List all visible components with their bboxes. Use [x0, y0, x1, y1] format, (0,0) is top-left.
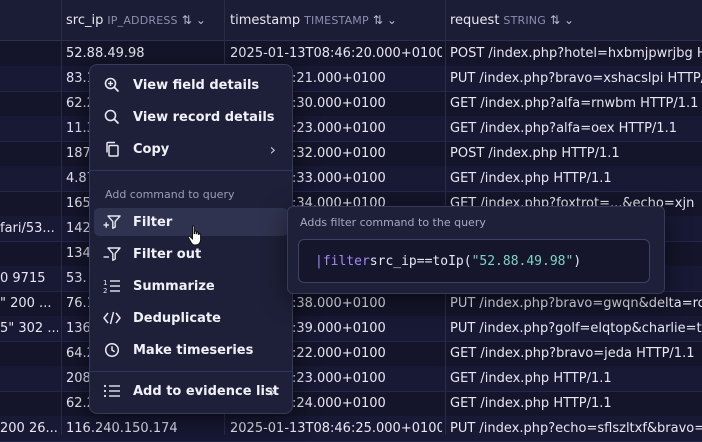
cell-request[interactable]: PUT /index.php?golf=elqtop&charlie=trk: [450, 316, 702, 341]
sort-icon[interactable]: ⇅: [550, 13, 560, 27]
chevron-down-icon[interactable]: ⌄: [196, 13, 206, 27]
column-header-src-ip[interactable]: src_ip IP_ADDRESS ⇅ ⌄: [66, 0, 206, 40]
cell-previous-column[interactable]: 0 9715: [0, 266, 58, 291]
clock-icon: [100, 342, 124, 358]
menu-item-label: Filter: [133, 214, 173, 230]
chevron-right-icon: ›: [269, 139, 276, 159]
code-field: src_ip: [369, 253, 417, 269]
code-pipe: |: [315, 253, 323, 269]
code-operator: ==: [416, 253, 433, 269]
filter-plus-icon: [100, 214, 124, 230]
cell-previous-column[interactable]: [0, 66, 58, 91]
cell-previous-column[interactable]: fari/53...: [0, 216, 58, 241]
menu-item-label: Summarize: [133, 278, 215, 294]
table-header: src_ip IP_ADDRESS ⇅ ⌄ timestamp TIMESTAM…: [0, 0, 702, 41]
menu-item-view-field-details[interactable]: View field details: [94, 71, 288, 99]
table-row[interactable]: 200 26... 116.240.150.174 2025-01-13T08:46…: [0, 416, 702, 442]
menu-item-make-timeseries[interactable]: Make timeseries: [94, 336, 288, 364]
menu-item-label: Filter out: [133, 246, 202, 262]
cell-previous-column[interactable]: 5" 302 ...: [0, 316, 58, 341]
cell-request[interactable]: GET /index.php HTTP/1.1: [450, 391, 702, 416]
menu-section-title: Add command to query: [105, 188, 235, 201]
column-type: STRING: [503, 13, 546, 27]
column-type: IP_ADDRESS: [107, 13, 178, 27]
cell-previous-column[interactable]: [0, 41, 58, 66]
cell-request[interactable]: GET /index.php?alfa=oex HTTP/1.1: [450, 116, 702, 141]
menu-item-copy[interactable]: Copy ›: [94, 135, 288, 163]
cell-request[interactable]: PUT /index.php?bravo=gwqn&delta=rcvn: [450, 291, 702, 316]
menu-item-label: Deduplicate: [133, 310, 221, 326]
cell-timestamp[interactable]: 2025-01-13T08:46:25.000+0100: [230, 416, 442, 441]
cell-request[interactable]: GET /index.php HTTP/1.1: [450, 166, 702, 191]
cell-previous-column[interactable]: [0, 191, 58, 216]
cell-request[interactable]: GET /index.php HTTP/1.1: [450, 366, 702, 391]
code-keyword: filter: [322, 253, 370, 269]
summarize-icon: 12: [100, 278, 124, 294]
menu-divider: [90, 170, 292, 171]
code-function: toIp: [432, 253, 464, 269]
cell-previous-column[interactable]: [0, 116, 58, 141]
menu-item-label: Make timeseries: [133, 342, 254, 358]
cell-previous-column[interactable]: " 200 ...: [0, 291, 58, 316]
filter-minus-icon: [100, 246, 124, 262]
cell-previous-column[interactable]: [0, 141, 58, 166]
column-header-timestamp[interactable]: timestamp TIMESTAMP ⇅ ⌄: [230, 0, 397, 40]
chevron-down-icon[interactable]: ⌄: [387, 13, 397, 27]
cell-previous-column[interactable]: 200 26...: [0, 416, 58, 441]
cell-request[interactable]: PUT /index.php?echo=sflszltxf&bravo=cu: [450, 416, 702, 441]
svg-text:1: 1: [103, 279, 107, 287]
column-name: src_ip: [66, 12, 104, 28]
svg-text:2: 2: [103, 287, 107, 294]
tooltip-description: Adds filter command to the query: [300, 216, 486, 229]
column-header-request[interactable]: request STRING ⇅ ⌄: [450, 0, 574, 40]
cell-previous-column[interactable]: [0, 341, 58, 366]
menu-item-label: View field details: [133, 77, 260, 93]
cell-previous-column[interactable]: [0, 91, 58, 116]
cell-previous-column[interactable]: [0, 391, 58, 416]
cell-timestamp[interactable]: 2025-01-13T08:46:20.000+0100: [230, 41, 442, 66]
chevron-down-icon[interactable]: ⌄: [564, 13, 574, 27]
sort-icon[interactable]: ⇅: [182, 13, 192, 27]
cell-previous-column[interactable]: [0, 241, 58, 266]
filter-tooltip: Adds filter command to the query | filte…: [287, 206, 665, 294]
menu-item-label: Copy: [133, 141, 170, 157]
code-paren-open: (: [463, 253, 472, 269]
code-argument: "52.88.49.98": [471, 253, 574, 269]
zoom-in-icon: [100, 77, 124, 93]
hand-pointer-icon: [187, 225, 202, 246]
cell-request[interactable]: POST /index.php HTTP/1.1: [450, 141, 702, 166]
cell-request[interactable]: GET /index.php?bravo=jeda HTTP/1.1: [450, 341, 702, 366]
menu-item-label: View record details: [133, 109, 275, 125]
column-name: timestamp: [230, 12, 301, 28]
search-icon: [100, 109, 124, 125]
cell-request[interactable]: PUT /index.php?bravo=xshacslpi HTTP/1.: [450, 66, 702, 91]
menu-item-label: Add to evidence list: [133, 383, 279, 399]
list-icon: [100, 383, 124, 399]
cell-src-ip[interactable]: 116.240.150.174: [66, 416, 221, 441]
code-paren-close: ): [573, 253, 582, 269]
copy-icon: [100, 141, 124, 157]
chevron-right-icon: ›: [269, 381, 276, 401]
cell-request[interactable]: GET /index.php?alfa=rnwbm HTTP/1.1: [450, 91, 702, 116]
menu-item-summarize[interactable]: 12 Summarize: [94, 272, 288, 300]
column-name: request: [450, 12, 500, 28]
sort-icon[interactable]: ⇅: [373, 13, 383, 27]
query-preview: | filter src_ip == toIp("52.88.49.98"): [298, 239, 650, 283]
menu-item-view-record-details[interactable]: View record details: [94, 103, 288, 131]
menu-item-add-to-evidence-list[interactable]: Add to evidence list ›: [94, 377, 288, 405]
cell-src-ip[interactable]: 52.88.49.98: [66, 41, 221, 66]
cell-previous-column[interactable]: [0, 366, 58, 391]
menu-item-deduplicate[interactable]: Deduplicate: [94, 304, 288, 332]
code-icon: [100, 310, 124, 326]
cell-request[interactable]: POST /index.php?hotel=hxbmjpwrjbg HTTP: [450, 41, 702, 66]
column-divider[interactable]: [61, 0, 62, 435]
column-type: TIMESTAMP: [304, 13, 369, 27]
menu-divider: [90, 371, 292, 372]
cell-previous-column[interactable]: [0, 166, 58, 191]
